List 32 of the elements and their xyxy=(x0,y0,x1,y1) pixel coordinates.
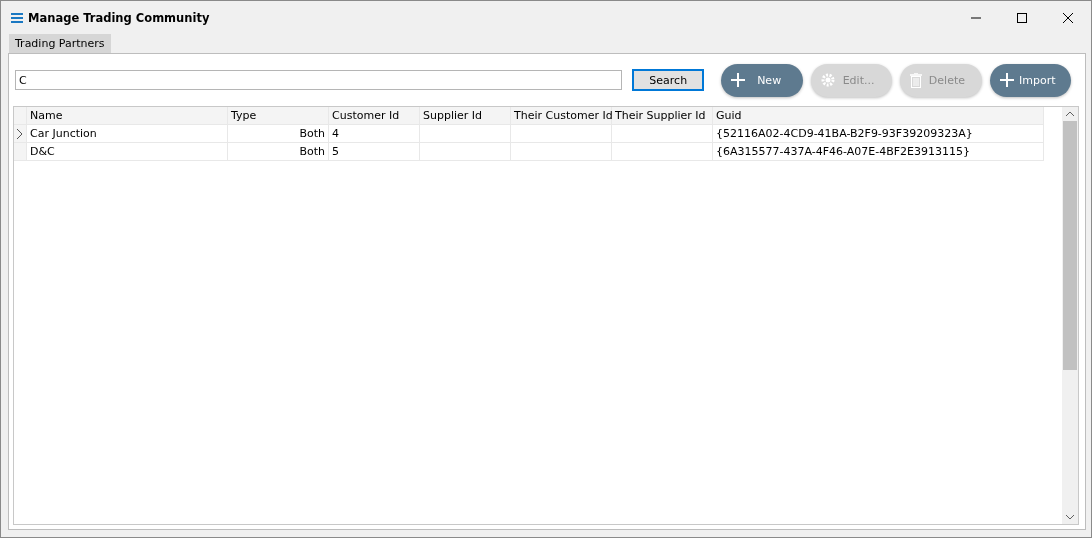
action-button[interactable]: Import xyxy=(989,63,1071,97)
table-cell: {52116A02-4CD9-41BA-B2F9-93F39209323A} xyxy=(713,125,1044,143)
column-header[interactable]: Supplier Id xyxy=(420,107,511,125)
table-cell: Car Junction xyxy=(27,125,228,143)
column-header[interactable]: Guid xyxy=(713,107,1044,125)
table-cell: 5 xyxy=(329,143,420,161)
search-field[interactable]: C xyxy=(15,70,622,90)
row-header[interactable] xyxy=(14,125,27,143)
trash-icon xyxy=(910,72,923,88)
table-cell: Both xyxy=(228,143,329,161)
window-title: Manage Trading Community xyxy=(28,10,211,25)
column-header[interactable]: Their Supplier Id xyxy=(612,107,713,125)
current-row-icon xyxy=(17,128,23,139)
column-header[interactable]: Name xyxy=(27,107,228,125)
table-cell: D&C xyxy=(27,143,228,161)
table-cell: Both xyxy=(228,125,329,143)
column-header[interactable]: Customer Id xyxy=(329,107,420,125)
plus-icon xyxy=(999,73,1014,87)
column-header[interactable]: Their Customer Id xyxy=(511,107,612,125)
gear-icon xyxy=(820,73,835,87)
action-button[interactable]: New xyxy=(721,63,803,97)
search-button[interactable]: Search xyxy=(632,69,705,91)
close-icon xyxy=(1063,12,1073,23)
scrollbar[interactable] xyxy=(1062,107,1078,524)
row-header xyxy=(14,107,27,125)
table-cell: 4 xyxy=(329,125,420,143)
maximize-icon xyxy=(1017,12,1027,23)
tab[interactable]: Trading Partners xyxy=(9,34,111,53)
table-cell: {6A315577-437A-4F46-A07E-4BF2E3913115} xyxy=(713,143,1044,161)
menu-icon[interactable] xyxy=(11,12,23,23)
plus-icon xyxy=(731,73,746,87)
column-header[interactable]: Type xyxy=(228,107,329,125)
